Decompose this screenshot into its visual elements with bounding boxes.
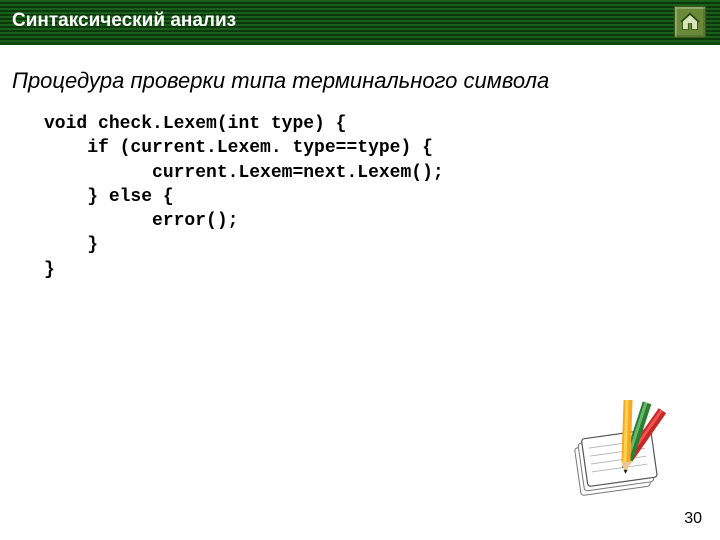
keyword-void: void <box>44 114 87 134</box>
code-text: } <box>44 260 55 280</box>
code-text: } <box>87 235 98 255</box>
code-text: (current.Lexem. type==type) { <box>109 138 433 158</box>
house-glyph <box>680 12 700 32</box>
code-block: void check.Lexem(int type) { if (current… <box>44 112 720 282</box>
code-text: error(); <box>152 211 238 231</box>
page-number: 30 <box>684 510 702 528</box>
home-icon[interactable] <box>674 6 706 38</box>
slide-subtitle: Процедура проверки типа терминального си… <box>12 68 708 94</box>
header-title: Синтаксический анализ <box>12 10 236 32</box>
pencils-notebook-icon <box>560 400 680 500</box>
slide-header: Синтаксический анализ <box>0 0 720 50</box>
code-text: check.Lexem(int type) { <box>87 114 346 134</box>
keyword-else: else <box>109 187 152 207</box>
code-text: { <box>152 187 174 207</box>
keyword-if: if <box>87 138 109 158</box>
code-text: } <box>87 187 109 207</box>
code-text: current.Lexem=next.Lexem(); <box>152 163 444 183</box>
